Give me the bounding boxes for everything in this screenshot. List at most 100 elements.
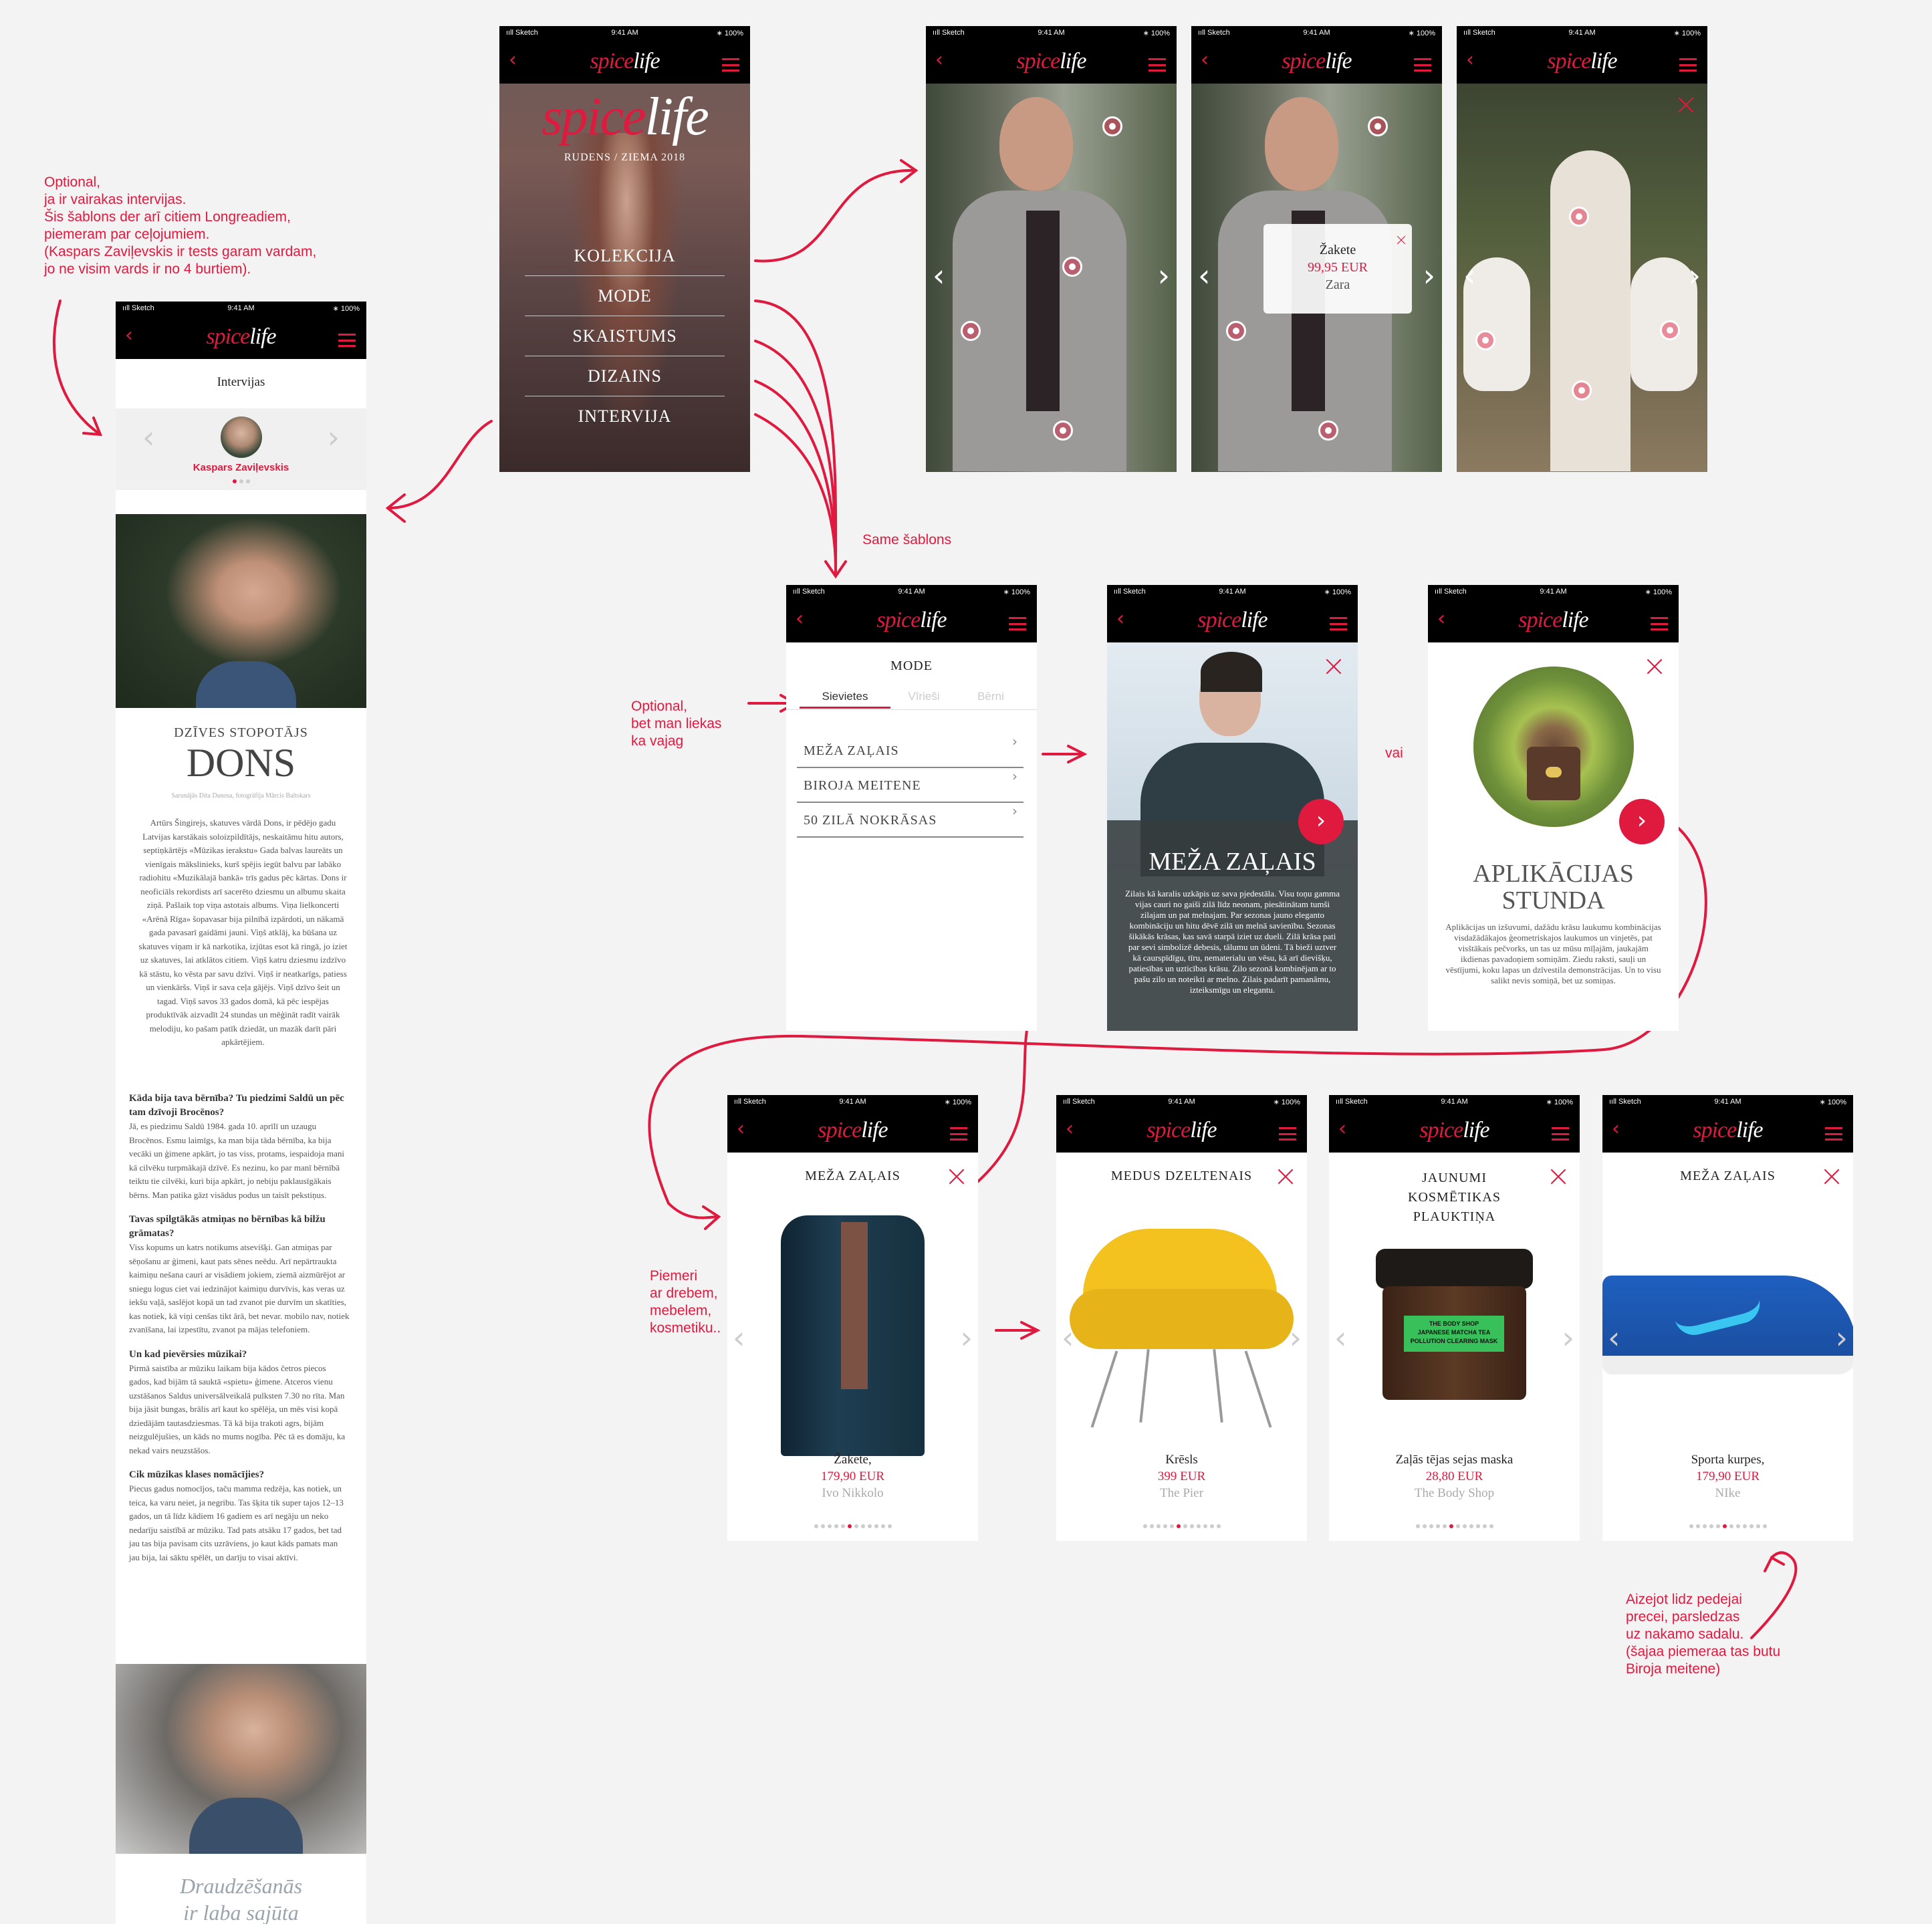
next-photo-arrow[interactable]: › xyxy=(1689,260,1701,291)
menu-icon[interactable] xyxy=(1330,617,1347,630)
product-popup[interactable]: Žakete 99,95 EUR Zara xyxy=(1263,224,1412,314)
menu-icon[interactable] xyxy=(1679,58,1697,72)
story-screen-meza-zalais: ııll Sketch 9:41 AM ∗ 100% ‹ spicelife › ME… xyxy=(1107,585,1358,1031)
hotspot-pin[interactable] xyxy=(1569,207,1589,227)
next-product-arrow[interactable]: › xyxy=(1836,1322,1848,1353)
close-icon[interactable] xyxy=(1326,658,1342,675)
close-icon[interactable] xyxy=(1550,1169,1566,1185)
brand-logo: spicelife xyxy=(1146,1118,1217,1143)
menu-icon[interactable] xyxy=(1651,617,1668,630)
menu-item-dizains[interactable]: DIZAINS xyxy=(525,356,725,396)
status-bar: ııll Sketch 9:41 AM ∗ 100% xyxy=(499,26,750,39)
story-text: Aplikācijas un izšuvumi, dažādu krāsu la… xyxy=(1445,922,1661,985)
hotspot-pin[interactable] xyxy=(1062,257,1082,277)
app-header: ‹ spicelife xyxy=(1428,598,1679,642)
brand-logo: spicelife xyxy=(818,1118,888,1143)
next-photo-arrow[interactable]: › xyxy=(1158,260,1170,291)
close-icon[interactable] xyxy=(1278,1169,1294,1185)
note-optional-interviews: Optional, ja ir vairakas intervijas. Šis… xyxy=(44,174,317,277)
hotspot-pin[interactable] xyxy=(1572,380,1592,400)
prev-product-arrow[interactable]: ‹ xyxy=(733,1322,745,1353)
note-last-item: Aizejot lidz pedejai precei, parsledzas … xyxy=(1626,1592,1781,1677)
close-icon[interactable] xyxy=(1824,1169,1840,1185)
story-title-line1: APLIKĀCIJAS xyxy=(1473,860,1634,888)
note-same-template: Same šablons xyxy=(862,532,952,548)
page-title: MEDUS DZELTENAIS xyxy=(1110,1169,1253,1183)
menu-item-intervija[interactable]: INTERVIJA xyxy=(525,396,725,437)
next-product-arrow[interactable]: › xyxy=(1562,1322,1574,1353)
next-button[interactable]: › xyxy=(1298,799,1344,844)
product-price: 28,80 EUR xyxy=(1425,1469,1483,1483)
close-icon[interactable] xyxy=(1647,658,1663,675)
product-image-sneaker xyxy=(1602,1255,1853,1389)
note-or: vai xyxy=(1385,745,1403,761)
article-intro: Artūrs Šingirejs, skatuves vārdā Dons, i… xyxy=(138,818,348,1047)
brand-logo: spicelife xyxy=(1282,49,1352,74)
prev-product-arrow[interactable]: ‹ xyxy=(1608,1322,1620,1353)
close-icon[interactable] xyxy=(949,1169,965,1185)
answer-3: Pirmā saistība ar mūziku laikam bija kād… xyxy=(129,1362,346,1455)
app-header: ‹ spicelife xyxy=(1457,39,1707,84)
brand-logo: spicelife xyxy=(1693,1118,1763,1143)
hotspot-pin[interactable] xyxy=(1053,420,1073,441)
brand-logo: spicelife xyxy=(1016,49,1086,74)
hotspot-pin[interactable] xyxy=(1368,116,1388,136)
menu-icon[interactable] xyxy=(1279,1127,1296,1140)
next-product-arrow[interactable]: › xyxy=(1290,1322,1302,1353)
app-header: ‹ spicelife xyxy=(926,39,1177,84)
product-screen-1: ııll Sketch 9:41 AM ∗ 100% ‹ spicelife MEŽA… xyxy=(727,1095,978,1541)
prev-photo-arrow[interactable]: ‹ xyxy=(1198,260,1210,291)
hotspot-pin[interactable] xyxy=(1318,420,1338,441)
hotspot-pin[interactable] xyxy=(1475,330,1495,350)
menu-item-skaistums[interactable]: SKAISTUMS xyxy=(525,316,725,356)
story-title: MEŽA ZAĻAIS xyxy=(1149,848,1316,876)
question-4: Cik mūzikas klases nomācījies? xyxy=(129,1469,265,1480)
tab-viriesi[interactable]: Vīrieši xyxy=(890,690,957,709)
app-header: ‹ spicelife xyxy=(727,1108,978,1153)
menu-icon[interactable] xyxy=(950,1127,967,1140)
prev-photo-arrow[interactable]: ‹ xyxy=(933,260,945,291)
menu-item-mode[interactable]: MODE xyxy=(525,276,725,316)
list-item-meza-zalais[interactable]: MEŽA ZAĻAIS › xyxy=(797,733,1023,768)
app-header: ‹ spicelife xyxy=(499,39,750,84)
brand-logo: spicelife xyxy=(1419,1118,1489,1143)
next-person-arrow[interactable]: › xyxy=(328,422,340,453)
page-title: MEŽA ZAĻAIS xyxy=(1680,1169,1776,1183)
menu-icon[interactable] xyxy=(1552,1127,1569,1140)
menu-item-kolekcija[interactable]: KOLEKCIJA xyxy=(525,236,725,276)
list-item-50-zila[interactable]: 50 ZILĀ NOKRĀSAS › xyxy=(797,803,1023,838)
prev-product-arrow[interactable]: ‹ xyxy=(1334,1322,1346,1353)
close-icon[interactable] xyxy=(1678,97,1694,113)
prev-person-arrow[interactable]: ‹ xyxy=(142,422,154,453)
hotspot-pin[interactable] xyxy=(1102,116,1122,136)
next-photo-arrow[interactable]: › xyxy=(1423,260,1435,291)
hotspot-pin[interactable] xyxy=(961,321,981,341)
hotspot-pin[interactable] xyxy=(1660,320,1680,340)
menu-icon[interactable] xyxy=(722,58,739,72)
cover-season: RUDENS / ZIEMA 2018 xyxy=(564,152,686,163)
article-kicker: DZĪVES STOPOTĀJS xyxy=(174,725,308,740)
menu-icon[interactable] xyxy=(1414,58,1431,72)
next-button[interactable]: › xyxy=(1619,799,1665,844)
next-product-arrow[interactable]: › xyxy=(961,1322,973,1353)
product-screen-3: ııll Sketch 9:41 AM ∗ 100% ‹ spicelife JAUN… xyxy=(1329,1095,1580,1541)
gallery-screen-2: ııll Sketch 9:41 AM ∗ 100% ‹ spicelife ‹ › … xyxy=(1191,26,1442,472)
avatar[interactable] xyxy=(221,416,262,458)
tab-berni[interactable]: Bērni xyxy=(957,690,1024,709)
product-name: Sporta kurpes, xyxy=(1691,1453,1765,1467)
status-bar: ııll Sketch 9:41 AM ∗ 100% xyxy=(727,1095,978,1108)
menu-icon[interactable] xyxy=(1825,1127,1842,1140)
tab-sievietes[interactable]: Sievietes xyxy=(800,690,890,709)
brand-logo: spicelife xyxy=(876,608,947,632)
cover-screen: ııll Sketch 9:41 AM ∗ 100% ‹ spicelife spi… xyxy=(499,26,750,472)
hotspot-pin[interactable] xyxy=(1226,321,1246,341)
status-bar: ııll Sketch 9:41 AM ∗ 100% xyxy=(1602,1095,1853,1108)
menu-icon[interactable] xyxy=(1149,58,1166,72)
app-header: ‹ spicelife xyxy=(116,315,366,359)
menu-icon[interactable] xyxy=(1009,617,1026,630)
prev-photo-arrow[interactable]: ‹ xyxy=(1463,260,1475,291)
menu-icon[interactable] xyxy=(338,334,356,347)
list-item-biroja-meitene[interactable]: BIROJA MEITENE › xyxy=(797,768,1023,803)
pagination-dots xyxy=(1602,1524,1853,1528)
prev-product-arrow[interactable]: ‹ xyxy=(1062,1322,1074,1353)
